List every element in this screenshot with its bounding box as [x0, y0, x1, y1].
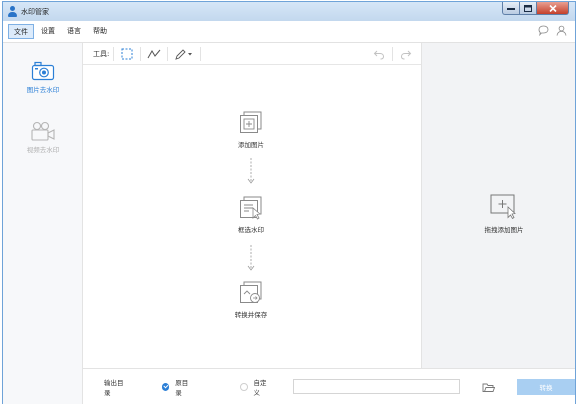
chat-icon[interactable]: [538, 25, 549, 36]
menu-language[interactable]: 语言: [62, 24, 86, 39]
add-image-icon: [240, 111, 262, 133]
browse-folder-button[interactable]: [482, 380, 495, 394]
output-bar: 输出目录 原目录 自定义 转换: [83, 368, 575, 404]
window-controls: [502, 2, 569, 15]
rect-select-tool[interactable]: [118, 46, 136, 62]
redo-icon: [400, 50, 412, 59]
folder-open-icon: [482, 383, 495, 392]
convert-save-icon: [240, 281, 262, 303]
brush-icon: [175, 48, 193, 60]
close-icon: [548, 4, 557, 12]
menu-bar: 文件 设置 语言 帮助: [3, 21, 575, 43]
undo-button[interactable]: [370, 46, 388, 62]
polyline-tool[interactable]: [145, 46, 163, 62]
workflow-canvas: 添加图片 框选水印 转换并保存: [83, 65, 421, 368]
drop-zone-label: 拖拽添加图片: [484, 226, 524, 234]
sidebar-item-label: 图片去水印: [26, 86, 60, 94]
output-directory-label: 输出目录: [104, 378, 124, 397]
maximize-button[interactable]: [520, 2, 537, 15]
drag-add-image-icon: [490, 194, 516, 219]
sidebar-item-label: 视频去水印: [26, 146, 60, 154]
toolbar-label: 工具:: [93, 49, 110, 58]
convert-button[interactable]: 转换: [517, 378, 575, 395]
menu-help[interactable]: 帮助: [88, 24, 112, 39]
custom-directory-radio[interactable]: [239, 382, 248, 391]
minimize-button[interactable]: [502, 2, 520, 15]
output-path-input[interactable]: [293, 379, 460, 394]
sidebar-item-video-watermark[interactable]: 视频去水印: [3, 121, 83, 177]
source-directory-label[interactable]: 原目录: [175, 377, 194, 397]
flow-arrow-icon: [247, 158, 255, 184]
step-convert-save[interactable]: 转换并保存: [228, 281, 274, 319]
app-window: 水印管家 文件 设置 语言 帮助 图片去水印 视频去水印 工具: 添加图片 框选…: [2, 1, 576, 404]
toolbar-divider: [200, 46, 202, 61]
toolbar-divider: [140, 46, 142, 61]
drop-zone[interactable]: 拖拽添加图片: [474, 193, 534, 234]
step-label: 转换并保存: [234, 311, 268, 319]
sidebar: 图片去水印 视频去水印: [3, 43, 83, 404]
maximize-icon: [524, 4, 532, 12]
step-add-image[interactable]: 添加图片: [228, 111, 274, 149]
toolbar-divider: [392, 46, 393, 61]
flow-arrow-icon: [247, 245, 255, 271]
polyline-icon: [147, 49, 161, 58]
step-label: 框选水印: [238, 226, 264, 234]
undo-icon: [373, 50, 385, 59]
minimize-icon: [507, 8, 515, 10]
toolbar-divider: [113, 46, 115, 61]
custom-directory-label[interactable]: 自定义: [254, 377, 273, 397]
menu-settings[interactable]: 设置: [36, 24, 60, 39]
brush-tool[interactable]: [172, 46, 196, 62]
app-logo-icon: [7, 6, 18, 17]
step-label: 添加图片: [238, 141, 264, 149]
menu-right-icons: [538, 25, 567, 36]
toolbar: 工具:: [83, 43, 421, 65]
camera-icon: [31, 61, 55, 81]
image-drop-panel[interactable]: 拖拽添加图片: [421, 43, 575, 368]
select-watermark-icon: [240, 196, 262, 220]
dashed-rectangle-icon: [121, 48, 133, 59]
sidebar-item-image-watermark[interactable]: 图片去水印: [3, 61, 83, 117]
user-icon[interactable]: [556, 25, 567, 36]
title-bar: 水印管家: [3, 2, 575, 21]
toolbar-divider: [167, 46, 169, 61]
menu-file[interactable]: 文件: [8, 24, 34, 39]
video-camera-icon: [31, 121, 55, 141]
redo-button[interactable]: [397, 46, 415, 62]
close-button[interactable]: [537, 2, 569, 15]
step-select-watermark[interactable]: 框选水印: [228, 196, 274, 234]
source-directory-radio[interactable]: [161, 382, 170, 391]
window-title: 水印管家: [21, 7, 49, 16]
